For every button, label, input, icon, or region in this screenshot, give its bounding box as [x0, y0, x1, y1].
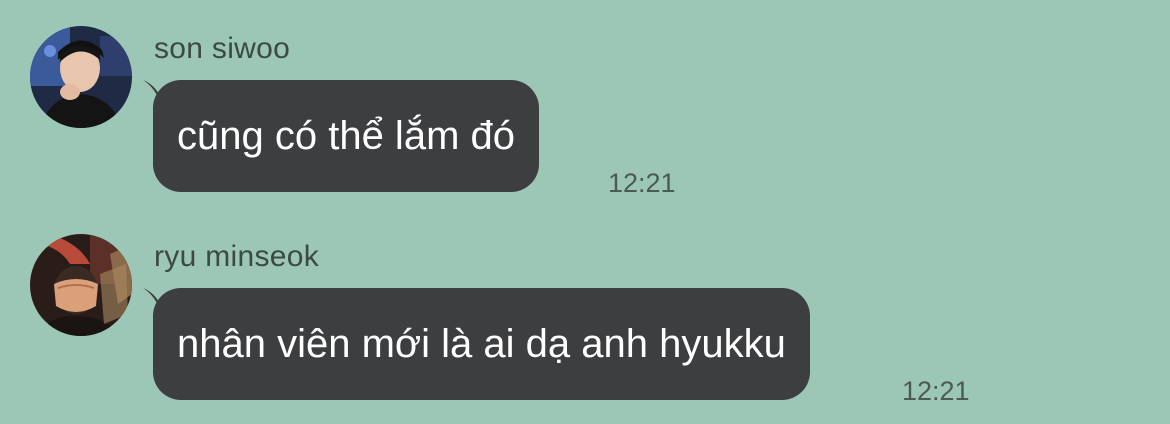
message-text: cũng có thể lắm đó	[177, 114, 515, 158]
chat-message: son siwoo cũng có thể lắm đó 12:21	[0, 26, 1170, 216]
message-bubble[interactable]: cũng có thể lắm đó	[153, 80, 539, 192]
message-bubble[interactable]: nhân viên mới là ai dạ anh hyukku	[153, 288, 810, 400]
sender-avatar[interactable]	[30, 234, 132, 336]
sender-name: ryu minseok	[154, 240, 320, 273]
sender-name: son siwoo	[154, 32, 291, 65]
chat-message: ryu minseok nhân viên mới là ai dạ anh h…	[0, 234, 1170, 424]
message-time: 12:21	[902, 376, 970, 406]
sender-avatar[interactable]	[30, 26, 132, 128]
message-time: 12:21	[608, 168, 676, 198]
message-text: nhân viên mới là ai dạ anh hyukku	[177, 322, 786, 366]
